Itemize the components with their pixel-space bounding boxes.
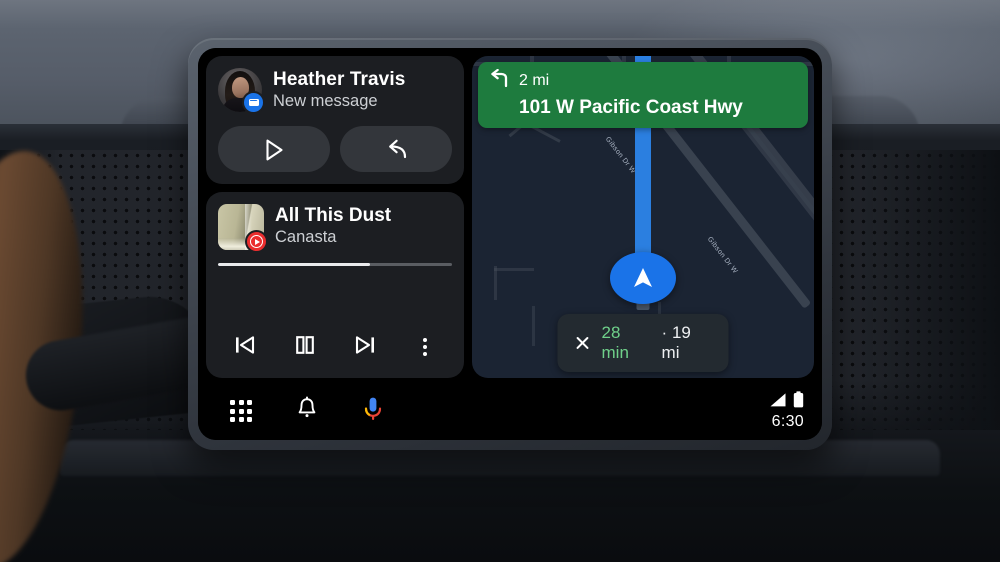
assistant-button[interactable] [356,394,390,428]
status-icons [769,390,804,413]
play-icon [265,139,284,161]
media-controls [218,330,452,370]
media-title: All This Dust [275,205,392,227]
media-text: All This Dust Canasta [275,204,391,248]
navigation-arrow-icon [610,252,676,304]
previous-track-button[interactable] [228,330,262,364]
envelope-glyph [248,99,259,106]
taskbar-status: 6:30 [769,390,804,432]
navigation-map[interactable]: Gibson Dr W Gibson Dr W 2 mi 101 W Pacif… [472,56,814,378]
notification-header: Heather Travis New message [218,68,452,114]
media-artist: Canasta [275,228,337,247]
reply-message-button[interactable] [340,126,452,173]
map-column: Gibson Dr W Gibson Dr W 2 mi 101 W Pacif… [470,48,822,382]
taskbar-left [224,394,390,428]
navigation-banner: 2 mi 101 W Pacific Coast Hwy [478,62,808,128]
next-track-button[interactable] [348,330,382,364]
media-player-card[interactable]: All This Dust Canasta [206,192,464,378]
skip-previous-icon [234,335,256,360]
road-label: Gibson Dr W [603,135,637,176]
notification-text: Heather Travis New message [273,68,405,112]
apps-grid-icon [230,400,252,422]
media-progress-bar[interactable] [218,263,452,267]
pause-button[interactable] [288,330,322,364]
notification-sender: Heather Travis [273,69,406,90]
album-art [218,204,268,254]
avatar [218,68,265,114]
turn-left-icon [488,68,510,93]
screen-body: Heather Travis New message All This Dust… [198,48,822,382]
eta-distance: · 19 mi [661,323,691,362]
android-auto-screen: Heather Travis New message All This Dust… [198,48,822,440]
eta-chip[interactable]: 28 min · 19 mi [557,314,729,372]
play-message-button[interactable] [218,126,330,173]
left-cards-column: Heather Travis New message All This Dust… [198,48,470,382]
youtube-music-icon [245,230,268,254]
pause-icon [294,335,316,360]
bell-icon [295,396,319,426]
navigation-banner-row: 2 mi [488,68,798,93]
navigation-distance: 2 mi [519,72,550,89]
road-label: Gibson Dr W [705,235,739,276]
close-icon[interactable] [576,336,590,350]
taskbar: 6:30 [198,382,822,440]
yt-ring [250,235,263,249]
skip-next-icon [354,335,376,360]
notification-card[interactable]: Heather Travis New message [206,56,464,185]
more-options-button[interactable] [408,330,442,364]
navigation-street: 101 W Pacific Coast Hwy [519,98,743,118]
overflow-menu-icon [422,337,428,357]
eta-time: 28 min [601,323,629,362]
media-header: All This Dust Canasta [218,204,452,254]
clock: 6:30 [771,412,804,430]
battery-icon [793,390,804,413]
reply-arrow-icon [384,138,408,160]
app-launcher-button[interactable] [224,394,258,428]
signal-bars-icon [769,392,789,413]
messages-icon [242,91,265,114]
microphone-icon [362,396,384,427]
media-progress-fill [218,263,371,267]
head-unit-bezel: Heather Travis New message All This Dust… [188,38,832,450]
yt-triangle [254,238,260,245]
notification-actions [218,126,452,173]
notification-subtitle: New message [273,92,378,111]
notifications-button[interactable] [290,394,324,428]
